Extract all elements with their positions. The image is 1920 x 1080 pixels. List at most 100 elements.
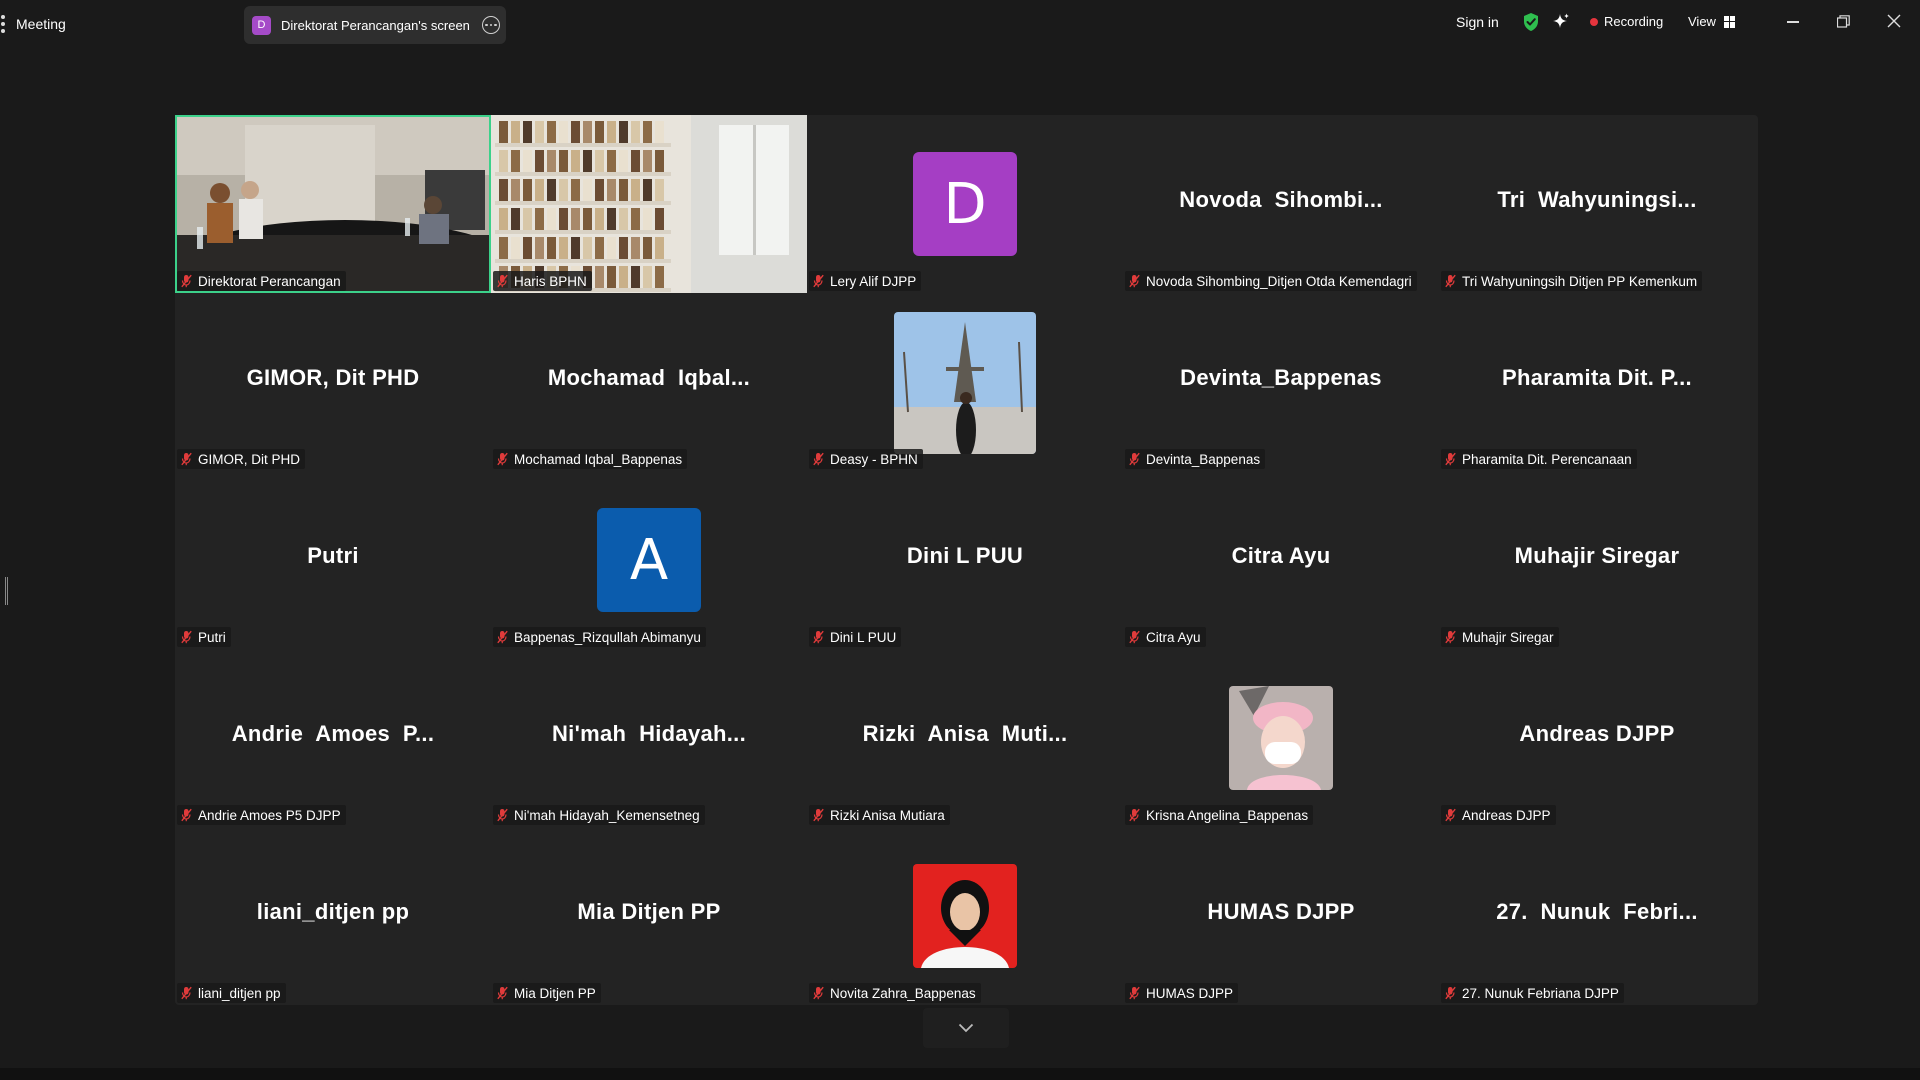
mic-muted-icon: [497, 630, 508, 644]
mic-muted-icon: [181, 274, 192, 288]
mic-muted-icon: [1129, 452, 1140, 466]
participant-name: Dini L PUU: [830, 629, 897, 645]
participant-avatar: A: [597, 508, 701, 612]
participant-video: [491, 115, 807, 293]
participant-tile[interactable]: Pharamita Dit. P... Pharamita Dit. Perenc…: [1439, 293, 1755, 471]
ai-companion-icon[interactable]: [1551, 12, 1571, 32]
participant-name-label: Lery Alif DJPP: [809, 271, 922, 291]
participant-tile[interactable]: Citra Ayu Citra Ayu: [1123, 471, 1439, 649]
sharer-avatar: D: [252, 15, 271, 35]
participant-name-label: Muhajir Siregar: [1441, 627, 1559, 647]
participant-display-name: Muhajir Siregar: [1514, 543, 1680, 568]
mic-muted-icon: [497, 808, 508, 822]
participant-tile[interactable]: Ni'mah Hidayah... Ni'mah Hidayah_Kemenset…: [491, 649, 807, 827]
participant-tile[interactable]: GIMOR, Dit PHD GIMOR, Dit PHD: [175, 293, 491, 471]
participant-photo: [1229, 686, 1333, 790]
mic-muted-icon: [813, 630, 824, 644]
screen-share-indicator[interactable]: D Direktorat Perancangan's screen: [244, 6, 506, 44]
participant-tile[interactable]: Mochamad Iqbal... Mochamad Iqbal_Bappenas: [491, 293, 807, 471]
mic-muted-icon: [1129, 808, 1140, 822]
participant-name-label: Krisna Angelina_Bappenas: [1125, 805, 1314, 825]
view-button[interactable]: View: [1688, 14, 1735, 29]
mic-muted-icon: [181, 452, 192, 466]
participant-tile[interactable]: 27. Nunuk Febri... 27. Nunuk Febriana DJP…: [1439, 827, 1755, 1005]
participant-name-label: Putri: [177, 627, 231, 647]
participant-photo: [894, 312, 1036, 454]
participant-name-label: Andreas DJPP: [1441, 805, 1556, 825]
participant-display-name: 27. Nunuk Febri...: [1496, 899, 1698, 924]
participant-name-label: Citra Ayu: [1125, 627, 1206, 647]
participant-name-label: GIMOR, Dit PHD: [177, 449, 306, 469]
participant-name: Mia Ditjen PP: [514, 985, 596, 1001]
participant-display-name: Citra Ayu: [1231, 543, 1331, 568]
participant-tile[interactable]: HUMAS DJPP HUMAS DJPP: [1123, 827, 1439, 1005]
participant-tile[interactable]: Devinta_Bappenas Devinta_Bappenas: [1123, 293, 1439, 471]
video-gallery: Direktorat Perancangan Haris BPHN D Lery Al…: [175, 115, 1758, 1005]
participant-name: Mochamad Iqbal_Bappenas: [514, 451, 683, 467]
participant-tile[interactable]: Muhajir Siregar Muhajir Siregar: [1439, 471, 1755, 649]
participant-tile[interactable]: Haris BPHN: [491, 115, 807, 293]
participant-name-label: HUMAS DJPP: [1125, 983, 1239, 1003]
mic-muted-icon: [497, 452, 508, 466]
next-page-button[interactable]: [923, 1008, 1009, 1048]
more-options-icon[interactable]: [482, 16, 500, 34]
minimize-icon[interactable]: [1787, 21, 1799, 23]
panel-resize-handle[interactable]: [5, 577, 8, 605]
shield-check-icon[interactable]: [1522, 12, 1540, 32]
close-icon[interactable]: [1887, 14, 1901, 28]
participant-name-label: Pharamita Dit. Perencanaan: [1441, 449, 1637, 469]
participant-name: GIMOR, Dit PHD: [198, 451, 301, 467]
participant-tile[interactable]: A Bappenas_Rizqullah Abimanyu: [491, 471, 807, 649]
mic-muted-icon: [497, 274, 508, 288]
mic-muted-icon: [1129, 630, 1140, 644]
participant-display-name: Mochamad Iqbal...: [547, 365, 751, 390]
restore-window-icon[interactable]: [1837, 15, 1850, 28]
mic-muted-icon: [181, 630, 192, 644]
participant-name: Direktorat Perancangan: [198, 273, 341, 289]
participant-name-label: 27. Nunuk Febriana DJPP: [1441, 983, 1624, 1003]
participant-display-name: GIMOR, Dit PHD: [246, 365, 420, 390]
participant-name-label: Deasy - BPHN: [809, 449, 923, 469]
participant-tile[interactable]: Krisna Angelina_Bappenas: [1123, 649, 1439, 827]
participant-tile[interactable]: Novoda Sihombi... Novoda Sihombing_Ditjen…: [1123, 115, 1439, 293]
participant-name: Andreas DJPP: [1462, 807, 1551, 823]
participant-name-label: Ni'mah Hidayah_Kemensetneg: [493, 805, 705, 825]
chevron-down-icon: [958, 1023, 974, 1033]
participant-tile[interactable]: Dini L PUU Dini L PUU: [807, 471, 1123, 649]
participant-tile[interactable]: Direktorat Perancangan: [175, 115, 491, 293]
participant-display-name: Ni'mah Hidayah...: [551, 721, 746, 746]
participant-name-label: Haris BPHN: [493, 271, 592, 291]
participant-tile[interactable]: Andrie Amoes P... Andrie Amoes P5 DJPP: [175, 649, 491, 827]
participant-name-label: Devinta_Bappenas: [1125, 449, 1266, 469]
participant-tile[interactable]: D Lery Alif DJPP: [807, 115, 1123, 293]
participant-tile[interactable]: Putri Putri: [175, 471, 491, 649]
mic-muted-icon: [1445, 274, 1456, 288]
participant-tile[interactable]: Tri Wahyuningsi... Tri Wahyuningsih Ditje…: [1439, 115, 1755, 293]
participant-tile[interactable]: Novita Zahra_Bappenas: [807, 827, 1123, 1005]
participant-name: Bappenas_Rizqullah Abimanyu: [514, 629, 701, 645]
screen-share-label: Direktorat Perancangan's screen: [281, 17, 470, 33]
participant-name-label: Mia Ditjen PP: [493, 983, 601, 1003]
meeting-label: Meeting: [16, 16, 66, 32]
sign-in-button[interactable]: Sign in: [1456, 14, 1499, 30]
mic-muted-icon: [813, 274, 824, 288]
participant-tile[interactable]: liani_ditjen pp liani_ditjen pp: [175, 827, 491, 1005]
participant-tile[interactable]: Andreas DJPP Andreas DJPP: [1439, 649, 1755, 827]
participant-name: Ni'mah Hidayah_Kemensetneg: [514, 807, 700, 823]
participant-tile[interactable]: Mia Ditjen PP Mia Ditjen PP: [491, 827, 807, 1005]
participant-avatar: D: [913, 152, 1017, 256]
participant-display-name: Pharamita Dit. P...: [1502, 365, 1692, 390]
participant-name-label: Novoda Sihombing_Ditjen Otda Kemendagri: [1125, 271, 1417, 291]
bottom-edge: [0, 1068, 1920, 1080]
app-menu-icon[interactable]: [0, 15, 6, 33]
participant-name: Citra Ayu: [1146, 629, 1201, 645]
recording-indicator[interactable]: Recording: [1590, 14, 1663, 29]
participant-name-label: Bappenas_Rizqullah Abimanyu: [493, 627, 706, 647]
participant-display-name: liani_ditjen pp: [256, 899, 410, 924]
participant-name: Novoda Sihombing_Ditjen Otda Kemendagri: [1146, 273, 1412, 289]
mic-muted-icon: [497, 986, 508, 1000]
participant-name-label: Mochamad Iqbal_Bappenas: [493, 449, 688, 469]
participant-tile[interactable]: Rizki Anisa Muti... Rizki Anisa Mutiara: [807, 649, 1123, 827]
participant-name: HUMAS DJPP: [1146, 985, 1234, 1001]
participant-tile[interactable]: Deasy - BPHN: [807, 293, 1123, 471]
